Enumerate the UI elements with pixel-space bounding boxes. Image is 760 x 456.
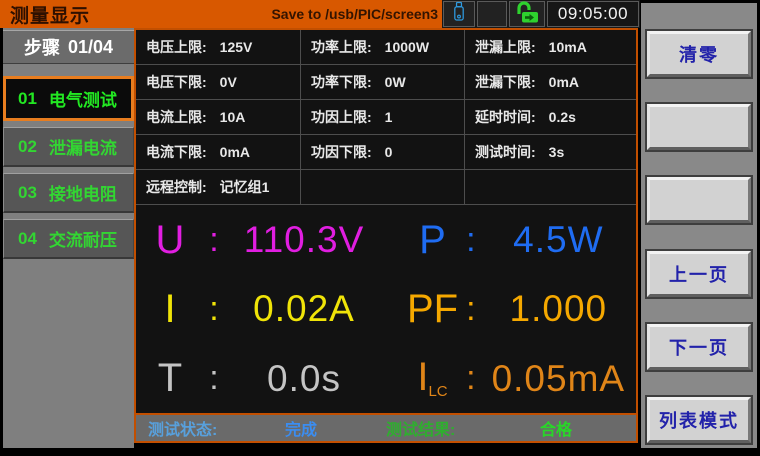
pf-symbol: PF <box>404 289 461 329</box>
measurement-panel: 电压上限:125V 功率上限:1000W 泄漏上限:10mA 电压下限:0V 功… <box>134 28 638 443</box>
param-pf-upper: 功因上限:1 <box>301 100 465 134</box>
test-state-value: 完成 <box>246 416 356 440</box>
blank-softkey-button[interactable] <box>647 104 751 150</box>
softkey-panel: 清零 上一页 下一页 列表模式 <box>641 3 757 448</box>
table-row: 电压下限:0V 功率下限:0W 泄漏下限:0mA <box>136 65 636 100</box>
sidebar-item-ac-withstand[interactable]: 04 交流耐压 <box>3 219 134 259</box>
param-power-upper: 功率上限:1000W <box>301 30 465 64</box>
param-remote-control: 远程控制:记忆组1 <box>136 170 301 204</box>
step-number: 04 <box>18 229 37 249</box>
ilc-value: 0.05mA <box>481 360 636 397</box>
live-readouts: U : 110.3V P : 4.5W I : 0.02A PF : 1.000 <box>136 205 636 413</box>
time-symbol: T <box>136 358 204 398</box>
step-number: 01 <box>18 89 37 109</box>
param-voltage-lower: 电压下限:0V <box>136 65 301 99</box>
param-empty-cell <box>465 170 636 204</box>
test-result-value: 合格 <box>476 416 636 440</box>
param-leakage-lower: 泄漏下限:0mA <box>465 65 636 99</box>
power-symbol: P <box>404 220 461 260</box>
save-path-text: Save to /usb/PIC/screen3 <box>271 6 442 22</box>
previous-page-button[interactable]: 上一页 <box>647 251 751 297</box>
step-counter: 步骤 01/04 <box>3 30 134 64</box>
step-name: 电气测试 <box>49 86 117 111</box>
power-value: 4.5W <box>481 221 636 258</box>
titlebar: 测量显示 Save to /usb/PIC/screen3 <box>0 0 640 28</box>
ilc-symbol: ILC <box>404 357 461 399</box>
step-number: 03 <box>18 183 37 203</box>
sidebar-item-electrical-test[interactable]: 01 电气测试 <box>3 76 134 121</box>
param-empty-cell <box>301 170 465 204</box>
test-result-label: 测试结果: <box>356 416 476 440</box>
readout-power: P : 4.5W <box>386 220 636 260</box>
current-value: 0.02A <box>224 290 384 327</box>
current-symbol: I <box>136 289 204 329</box>
table-row: 电压上限:125V 功率上限:1000W 泄漏上限:10mA <box>136 30 636 65</box>
readout-leakage-current: ILC : 0.05mA <box>386 357 636 399</box>
param-pf-lower: 功因下限:0 <box>301 135 465 169</box>
step-name: 接地电阻 <box>49 180 117 205</box>
param-test-time: 测试时间:3s <box>465 135 636 169</box>
next-page-button[interactable]: 下一页 <box>647 324 751 370</box>
readout-voltage: U : 110.3V <box>136 220 386 260</box>
readout-power-factor: PF : 1.000 <box>386 289 636 329</box>
param-delay-time: 延时时间:0.2s <box>465 100 636 134</box>
usb-icon <box>452 0 466 29</box>
readout-current: I : 0.02A <box>136 289 386 329</box>
sidebar-item-ground-resistance[interactable]: 03 接地电阻 <box>3 173 134 213</box>
blank-softkey-button[interactable] <box>647 177 751 223</box>
clear-zero-button[interactable]: 清零 <box>647 31 751 77</box>
readout-time: T : 0.0s <box>136 358 386 398</box>
table-row: 远程控制:记忆组1 <box>136 170 636 205</box>
clock-display: 09:05:00 <box>547 1 639 27</box>
param-current-lower: 电流下限:0mA <box>136 135 301 169</box>
test-state-label: 测试状态: <box>136 416 246 440</box>
step-label: 步骤 <box>24 34 60 60</box>
lock-indicator <box>509 1 545 27</box>
unlock-icon <box>514 1 540 28</box>
time-text: 09:05:00 <box>558 4 628 24</box>
readout-row: T : 0.0s ILC : 0.05mA <box>136 344 636 413</box>
sidebar-item-leakage-current[interactable]: 02 泄漏电流 <box>3 127 134 167</box>
table-row: 电流上限:10A 功因上限:1 延时时间:0.2s <box>136 100 636 135</box>
param-voltage-upper: 电压上限:125V <box>136 30 301 64</box>
voltage-value: 110.3V <box>224 221 384 258</box>
param-current-upper: 电流上限:10A <box>136 100 301 134</box>
usb-indicator <box>443 1 475 27</box>
titlebar-status-segments: 09:05:00 <box>442 0 640 28</box>
list-mode-button[interactable]: 列表模式 <box>647 397 751 443</box>
param-power-lower: 功率下限:0W <box>301 65 465 99</box>
step-number: 02 <box>18 137 37 157</box>
limit-parameter-table: 电压上限:125V 功率上限:1000W 泄漏上限:10mA 电压下限:0V 功… <box>136 30 636 205</box>
readout-row: I : 0.02A PF : 1.000 <box>136 274 636 343</box>
test-status-bar: 测试状态: 完成 测试结果: 合格 <box>136 413 636 441</box>
voltage-symbol: U <box>136 220 204 260</box>
pf-value: 1.000 <box>481 290 636 327</box>
step-name: 泄漏电流 <box>49 134 117 159</box>
empty-indicator-slot <box>477 1 507 27</box>
step-value: 01/04 <box>68 37 113 58</box>
table-row: 电流下限:0mA 功因下限:0 测试时间:3s <box>136 135 636 170</box>
time-value: 0.0s <box>224 360 384 397</box>
step-name: 交流耐压 <box>49 226 117 251</box>
step-sidebar: 步骤 01/04 01 电气测试 02 泄漏电流 03 接地电阻 04 交流耐压 <box>3 28 134 448</box>
readout-row: U : 110.3V P : 4.5W <box>136 205 636 274</box>
page-title: 测量显示 <box>0 1 90 28</box>
param-leakage-upper: 泄漏上限:10mA <box>465 30 636 64</box>
softkey-column: 清零 上一页 下一页 列表模式 <box>647 31 751 443</box>
